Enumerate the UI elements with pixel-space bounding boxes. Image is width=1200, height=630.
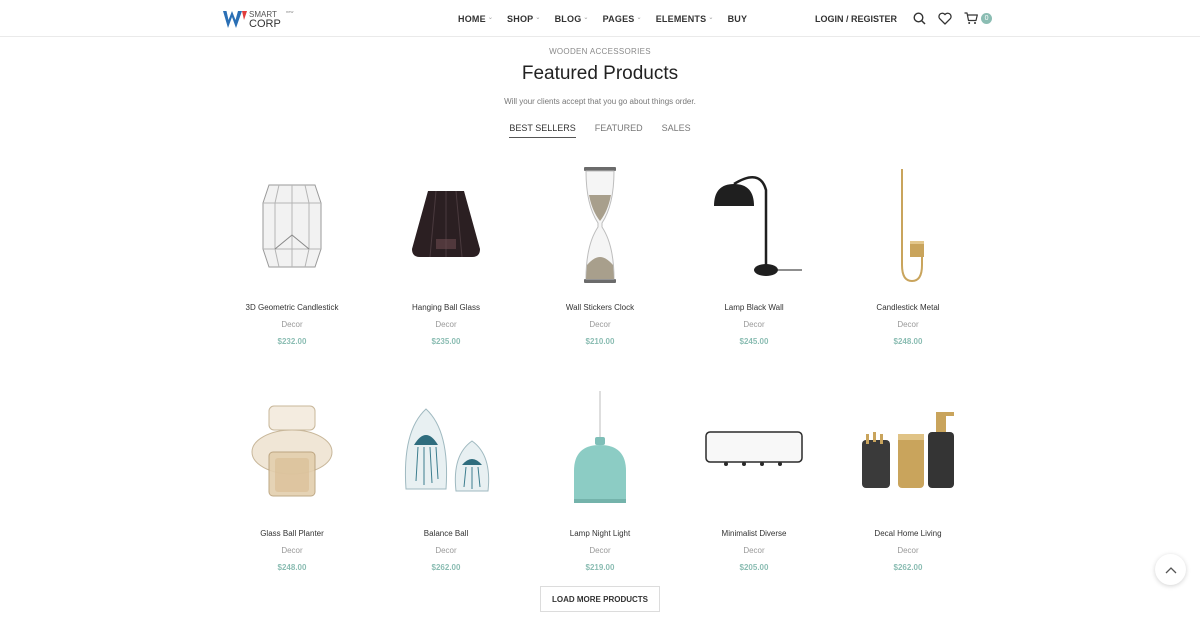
product-price: $235.00 (431, 337, 461, 346)
product-category[interactable]: Decor (222, 320, 362, 329)
section-subtitle: WOODEN ACCESSORIES (549, 47, 651, 56)
product-tabs: BEST SELLERS FEATURED SALES (0, 123, 1200, 138)
tab-sales[interactable]: SALES (662, 123, 691, 138)
product-image[interactable] (684, 155, 824, 295)
product-image[interactable] (222, 155, 362, 295)
nav-blog[interactable]: BLOG ⌄ (555, 14, 589, 24)
nav-elements[interactable]: ELEMENTS ⌄ (656, 14, 714, 24)
product-card: 3D Geometric Candlestick Decor $232.00 (222, 155, 362, 346)
product-card: Candlestick Metal Decor $248.00 (838, 155, 978, 346)
product-card: Glass Ball Planter Decor $248.00 (222, 381, 362, 572)
product-name[interactable]: Balance Ball (376, 529, 516, 538)
cart-icon (963, 11, 979, 27)
mirror-hook-rack-icon (705, 431, 803, 466)
product-card: Lamp Black Wall Decor $245.00 (684, 155, 824, 346)
nav-shop[interactable]: SHOP ⌄ (507, 14, 541, 24)
jellyfish-paperweight-icon (404, 408, 490, 492)
product-category[interactable]: Decor (530, 546, 670, 555)
product-card: Hanging Ball Glass Decor $235.00 (376, 155, 516, 346)
product-image[interactable] (838, 155, 978, 295)
product-category[interactable]: Decor (838, 546, 978, 555)
search-icon[interactable] (911, 11, 927, 27)
product-category[interactable]: Decor (376, 320, 516, 329)
product-name[interactable]: Glass Ball Planter (222, 529, 362, 538)
product-price: $248.00 (277, 563, 307, 572)
product-price: $219.00 (585, 563, 615, 572)
load-more-button[interactable]: LOAD MORE PRODUCTS (540, 586, 660, 612)
product-image[interactable] (530, 155, 670, 295)
product-price: $245.00 (739, 337, 769, 346)
nav-pages-label: PAGES (602, 13, 635, 24)
product-name[interactable]: Minimalist Diverse (684, 529, 824, 538)
chevron-down-icon: ⌄ (535, 15, 541, 21)
product-price: $262.00 (431, 563, 461, 572)
brand-logo[interactable]: SMART CORP new (222, 6, 302, 32)
nav-blog-label: BLOG (554, 13, 582, 24)
product-name[interactable]: 3D Geometric Candlestick (222, 303, 362, 312)
product-card: Decal Home Living Decor $262.00 (838, 381, 978, 572)
product-category[interactable]: Decor (838, 320, 978, 329)
tealight-glass-icon (412, 190, 480, 258)
nav-home-label: HOME (458, 13, 486, 24)
soap-dispenser-set-icon (862, 412, 954, 488)
site-header: SMART CORP new HOME ⌄ SHOP ⌄ BLOG ⌄ PAGES ⌄ … (0, 0, 1200, 37)
product-image[interactable] (222, 381, 362, 521)
product-category[interactable]: Decor (684, 546, 824, 555)
chevron-down-icon: ⌄ (708, 15, 714, 21)
desk-lamp-icon (714, 176, 802, 276)
tab-best-sellers[interactable]: BEST SELLERS (509, 123, 576, 138)
product-price: $262.00 (893, 563, 923, 572)
product-name[interactable]: Lamp Night Light (530, 529, 670, 538)
pendant-lamp-icon (574, 391, 626, 503)
cart-count-badge: 0 (981, 13, 993, 24)
logo-sup: new (286, 9, 293, 14)
nav-elements-label: ELEMENTS (655, 13, 707, 24)
product-category[interactable]: Decor (376, 546, 516, 555)
section-description: Will your clients accept that you go abo… (504, 97, 696, 106)
product-card: Balance Ball Decor $262.00 (376, 381, 516, 572)
product-image[interactable] (838, 381, 978, 521)
product-category[interactable]: Decor (684, 320, 824, 329)
cart-button[interactable]: 0 (963, 11, 993, 27)
wall-candle-holder-icon (901, 169, 924, 283)
product-name[interactable]: Candlestick Metal (838, 303, 978, 312)
glass-planter-icon (251, 405, 333, 497)
heart-icon[interactable] (937, 11, 953, 27)
product-image[interactable] (530, 381, 670, 521)
chevron-down-icon: ⌄ (583, 15, 589, 21)
main-nav: HOME ⌄ SHOP ⌄ BLOG ⌄ PAGES ⌄ ELEMENTS ⌄ BUY (458, 0, 761, 37)
product-price: $248.00 (893, 337, 923, 346)
product-category[interactable]: Decor (530, 320, 670, 329)
nav-home[interactable]: HOME ⌄ (458, 14, 493, 24)
product-category[interactable]: Decor (222, 546, 362, 555)
product-image[interactable] (376, 155, 516, 295)
product-price: $232.00 (277, 337, 307, 346)
product-image[interactable] (376, 381, 516, 521)
product-price: $210.00 (585, 337, 615, 346)
chevron-down-icon: ⌄ (487, 15, 494, 21)
tab-featured[interactable]: FEATURED (595, 123, 643, 138)
product-name[interactable]: Hanging Ball Glass (376, 303, 516, 312)
nav-pages[interactable]: PAGES ⌄ (603, 14, 642, 24)
nav-buy[interactable]: BUY (728, 14, 748, 24)
hourglass-icon (584, 167, 616, 283)
scroll-to-top-button[interactable] (1155, 554, 1186, 585)
product-name[interactable]: Wall Stickers Clock (530, 303, 670, 312)
login-register-link[interactable]: LOGIN / REGISTER (815, 14, 897, 24)
glass-candle-holder-icon (262, 184, 322, 268)
section-title: Featured Products (521, 63, 679, 84)
chevron-up-icon (1165, 566, 1176, 573)
nav-buy-label: BUY (727, 13, 748, 24)
logo-text-bottom: CORP (249, 18, 281, 30)
product-image[interactable] (684, 381, 824, 521)
product-card: Wall Stickers Clock Decor $210.00 (530, 155, 670, 346)
chevron-down-icon: ⌄ (636, 15, 642, 21)
product-name[interactable]: Decal Home Living (838, 529, 978, 538)
product-price: $205.00 (739, 563, 769, 572)
product-card: Minimalist Diverse Decor $205.00 (684, 381, 824, 572)
product-card: Lamp Night Light Decor $219.00 (530, 381, 670, 572)
nav-shop-label: SHOP (507, 13, 534, 24)
header-tools: LOGIN / REGISTER 0 (815, 0, 993, 37)
product-name[interactable]: Lamp Black Wall (684, 303, 824, 312)
